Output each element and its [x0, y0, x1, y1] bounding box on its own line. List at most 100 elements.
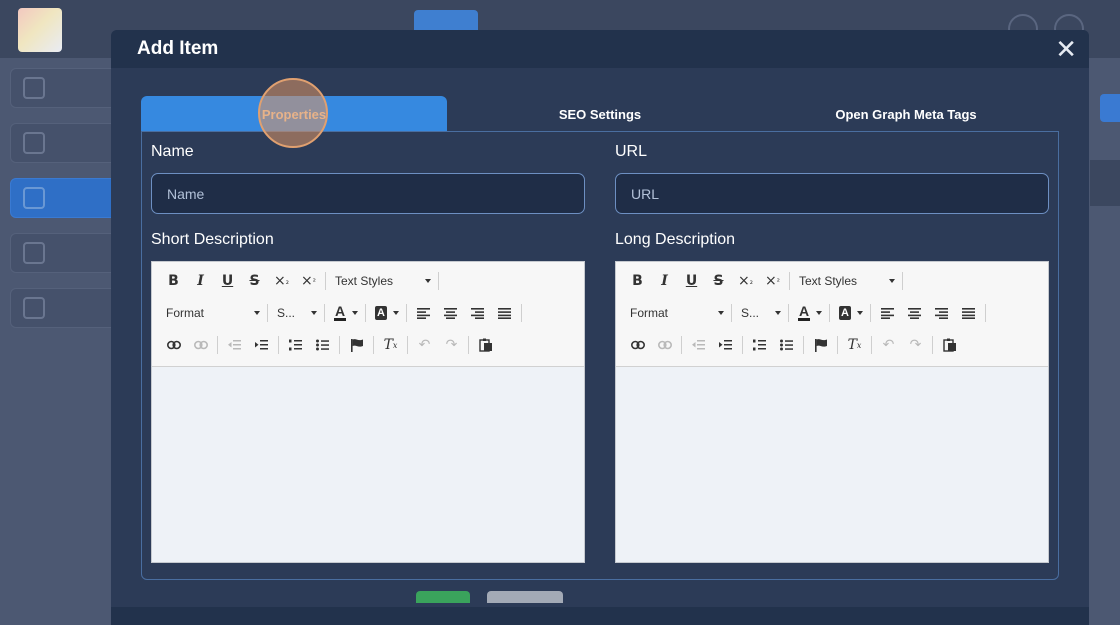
font-color-button[interactable]: A	[328, 301, 362, 325]
text-styles-dropdown[interactable]: Text Styles	[793, 269, 899, 293]
italic-icon[interactable]: I	[651, 269, 678, 293]
toolbar-separator	[985, 304, 986, 322]
toolbar-separator	[521, 304, 522, 322]
url-label: URL	[615, 143, 648, 160]
align-left-icon[interactable]	[410, 301, 437, 325]
underline-icon[interactable]: U	[214, 269, 241, 293]
outdent-icon[interactable]	[685, 333, 712, 357]
toolbar-separator	[217, 336, 218, 354]
toolbar-separator	[870, 304, 871, 322]
format-dropdown[interactable]: Format	[160, 301, 264, 325]
bulleted-list-icon[interactable]	[309, 333, 336, 357]
tab-seo-settings[interactable]: SEO Settings	[447, 96, 753, 132]
toolbar-separator	[278, 336, 279, 354]
font-size-dropdown[interactable]: S...	[271, 301, 321, 325]
name-label: Name	[151, 143, 194, 160]
tab-properties[interactable]: Properties	[141, 96, 447, 132]
toolbar-separator	[731, 304, 732, 322]
remove-format-icon[interactable]: Tx	[841, 333, 868, 357]
strikethrough-icon[interactable]: S	[705, 269, 732, 293]
toolbar-separator	[837, 336, 838, 354]
remove-format-icon[interactable]: Tx	[377, 333, 404, 357]
link-icon[interactable]	[160, 333, 187, 357]
align-left-icon[interactable]	[874, 301, 901, 325]
bold-icon[interactable]: B	[160, 269, 187, 293]
chevron-down-icon	[254, 311, 260, 315]
subscript-icon[interactable]: × ₂	[268, 269, 295, 293]
indent-icon[interactable]	[712, 333, 739, 357]
name-input[interactable]	[151, 173, 585, 214]
add-button-background	[1100, 94, 1120, 122]
align-right-icon[interactable]	[464, 301, 491, 325]
justify-icon[interactable]	[955, 301, 982, 325]
toolbar-separator	[325, 272, 326, 290]
background-color-icon: A	[839, 306, 851, 320]
undo-icon[interactable]: ↶	[411, 333, 438, 357]
url-input[interactable]	[615, 173, 1049, 214]
chevron-down-icon	[352, 311, 358, 315]
numbered-list-icon[interactable]	[746, 333, 773, 357]
background-color-button[interactable]: A	[833, 301, 867, 325]
short-description-label: Short Description	[151, 231, 274, 248]
font-size-dropdown[interactable]: S...	[735, 301, 785, 325]
undo-icon[interactable]: ↶	[875, 333, 902, 357]
chevron-down-icon	[775, 311, 781, 315]
modal-title: Add Item	[137, 38, 219, 59]
subscript-icon[interactable]: × ₂	[732, 269, 759, 293]
modal-header: Add Item ✕	[111, 30, 1089, 68]
anchor-flag-icon[interactable]	[807, 333, 834, 357]
editor-toolbar: B I U S × ₂ × ² Text Styles Format S... A …	[152, 262, 584, 367]
italic-icon[interactable]: I	[187, 269, 214, 293]
superscript-icon[interactable]: × ²	[295, 269, 322, 293]
bold-icon[interactable]: B	[624, 269, 651, 293]
link-icon[interactable]	[624, 333, 651, 357]
anchor-flag-icon[interactable]	[343, 333, 370, 357]
add-item-modal: Add Item ✕ Properties SEO Settings Open …	[111, 30, 1089, 625]
tab-bar: Properties SEO Settings Open Graph Meta …	[141, 96, 1059, 132]
paste-from-word-icon[interactable]	[936, 333, 963, 357]
align-center-icon[interactable]	[901, 301, 928, 325]
align-right-icon[interactable]	[928, 301, 955, 325]
modal-footer	[111, 607, 1089, 625]
toolbar-separator	[788, 304, 789, 322]
paste-from-word-icon[interactable]	[472, 333, 499, 357]
save-button[interactable]	[416, 591, 470, 603]
font-color-letter: A	[798, 303, 810, 319]
text-styles-dropdown[interactable]: Text Styles	[329, 269, 435, 293]
outdent-icon[interactable]	[221, 333, 248, 357]
cancel-button[interactable]	[487, 591, 563, 603]
toolbar-separator	[267, 304, 268, 322]
unlink-icon[interactable]	[187, 333, 214, 357]
format-dropdown[interactable]: Format	[624, 301, 728, 325]
align-center-icon[interactable]	[437, 301, 464, 325]
strikethrough-icon[interactable]: S	[241, 269, 268, 293]
chevron-down-icon	[311, 311, 317, 315]
redo-icon[interactable]: ↷	[902, 333, 929, 357]
toolbar-separator	[468, 336, 469, 354]
underline-icon[interactable]: U	[678, 269, 705, 293]
sidebar-item	[10, 233, 120, 273]
toolbar-separator	[339, 336, 340, 354]
superscript-icon[interactable]: × ²	[759, 269, 786, 293]
close-icon[interactable]: ✕	[1055, 36, 1077, 62]
toolbar-separator	[829, 304, 830, 322]
toolbar-separator	[324, 304, 325, 322]
font-size-label: S...	[741, 306, 760, 320]
justify-icon[interactable]	[491, 301, 518, 325]
redo-icon[interactable]: ↷	[438, 333, 465, 357]
unlink-icon[interactable]	[651, 333, 678, 357]
indent-icon[interactable]	[248, 333, 275, 357]
long-description-editor-body[interactable]	[616, 367, 1048, 562]
numbered-list-icon[interactable]	[282, 333, 309, 357]
templates-icon	[23, 132, 45, 154]
font-color-button[interactable]: A	[792, 301, 826, 325]
background-color-button[interactable]: A	[369, 301, 403, 325]
short-description-editor-body[interactable]	[152, 367, 584, 562]
background-color-icon: A	[375, 306, 387, 320]
toolbar-separator	[438, 272, 439, 290]
tab-open-graph-meta-tags[interactable]: Open Graph Meta Tags	[753, 96, 1059, 132]
chevron-down-icon	[393, 311, 399, 315]
chevron-down-icon	[816, 311, 822, 315]
toolbar-separator	[742, 336, 743, 354]
bulleted-list-icon[interactable]	[773, 333, 800, 357]
